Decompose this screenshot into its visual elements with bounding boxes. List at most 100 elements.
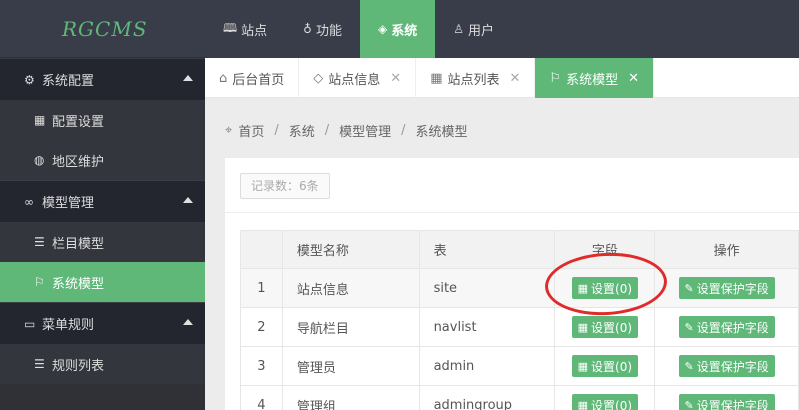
row-table-name: navlist (418, 307, 556, 347)
topnav-function[interactable]: ♁ 功能 (285, 0, 360, 58)
row-model-name: 管理员 (281, 346, 420, 386)
sidebar-item-rule-list[interactable]: ☰ 规则列表 (0, 344, 205, 384)
grid-icon: ▦ (577, 359, 589, 373)
list-icon: ☰ (34, 235, 45, 249)
row-actions-cell: ✎ 设置保护字段 (654, 346, 799, 386)
layers-icon: ◈ (377, 22, 388, 36)
sidebar-group-menu-rules[interactable]: ▭ 菜单规则 (0, 302, 205, 344)
topnav-label: 功能 (315, 23, 342, 39)
flag-icon: ⚐ (549, 70, 562, 86)
grid-icon: ▦ (577, 281, 589, 295)
breadcrumb-separator: / (274, 122, 279, 138)
calendar-icon: ▦ (34, 113, 46, 127)
logo: RGCMS (0, 0, 205, 58)
pencil-icon: ✎ (684, 281, 694, 295)
breadcrumb: ⌖ 首页 / 系统 / 模型管理 / 系统模型 (225, 120, 468, 140)
topnav-user[interactable]: ♙ 用户 (435, 0, 512, 58)
breadcrumb-separator: / (324, 122, 330, 138)
row-table-name: site (418, 268, 556, 308)
breadcrumb-item: 系统模型 (415, 124, 468, 140)
table-row: 2 导航栏目 navlist ▦ 设置(0) ✎ 设置保护字段 (240, 307, 799, 347)
breadcrumb-item[interactable]: 模型管理 (339, 121, 391, 140)
record-count-badge: 记录数：6条 (240, 173, 330, 199)
row-field-cell: ▦ 设置(0) (554, 307, 656, 347)
sidebar-item-label: 配置设置 (52, 114, 105, 130)
row-num: 3 (240, 346, 283, 386)
content-panel: 记录数：6条 模型名称 表 字段 操作 1 站点信息 site ▦ 设置(0) … (225, 158, 799, 410)
field-settings-button[interactable]: ▦ 设置(0) (571, 355, 639, 377)
top-nav: 🕮 站点 ♁ 功能 ◈ 系统 ♙ 用户 (205, 0, 799, 58)
row-field-cell: ▦ 设置(0) (554, 346, 656, 386)
button-label: 设置保护字段 (696, 359, 769, 374)
field-settings-button[interactable]: ▦ 设置(0) (571, 316, 639, 338)
topnav-label: 系统 (391, 23, 418, 39)
row-actions-cell: ✎ 设置保护字段 (654, 307, 799, 347)
divider (225, 212, 799, 213)
protect-fields-button[interactable]: ✎ 设置保护字段 (678, 355, 775, 377)
col-header-field: 字段 (554, 230, 656, 269)
pencil-icon: ✎ (684, 320, 694, 334)
gear-icon: ⚙ (24, 72, 35, 87)
field-settings-button[interactable]: ▦ 设置(0) (571, 277, 639, 299)
sidebar-group-model[interactable]: ∞ 模型管理 (0, 180, 205, 222)
topnav-label: 用户 (468, 23, 495, 39)
breadcrumb-item[interactable]: 系统 (289, 121, 315, 140)
logo-text: RGCMS (62, 16, 148, 41)
col-header-num (240, 230, 283, 269)
caret-up-icon (183, 319, 193, 325)
tab-site-info[interactable]: ◇ 站点信息 ✕ (299, 58, 417, 98)
row-model-name: 导航栏目 (281, 307, 420, 347)
button-label: 设置保护字段 (696, 398, 769, 410)
sidebar-item-system-model[interactable]: ⚐ 系统模型 (0, 262, 205, 302)
tab-system-model[interactable]: ⚐ 系统模型 ✕ (535, 58, 654, 98)
topnav-site[interactable]: 🕮 站点 (205, 0, 285, 58)
caret-up-icon (183, 197, 193, 203)
row-model-name: 管理组 (281, 385, 420, 410)
tag-icon: ◇ (313, 70, 324, 86)
protect-fields-button[interactable]: ✎ 设置保护字段 (678, 394, 775, 410)
infinity-icon: ∞ (24, 194, 34, 209)
row-actions-cell: ✎ 设置保护字段 (654, 385, 799, 410)
location-pin-icon: ⌖ (225, 122, 233, 138)
sidebar-item-label: 系统模型 (52, 276, 105, 292)
col-header-name: 模型名称 (281, 230, 420, 269)
sidebar-item-region[interactable]: ◍ 地区维护 (0, 140, 205, 180)
table-row: 4 管理组 admingroup ▦ 设置(0) ✎ 设置保护字段 (240, 385, 799, 410)
sidebar: RGCMS ⚙ 系统配置 ▦ 配置设置 ◍ 地区维护 ∞ 模型管理 ☰ 栏目模型… (0, 0, 205, 410)
user-icon: ♙ (453, 22, 464, 36)
protect-fields-button[interactable]: ✎ 设置保护字段 (678, 316, 775, 338)
topnav-label: 站点 (241, 23, 268, 39)
pencil-icon: ✎ (684, 359, 694, 373)
sidebar-item-config-settings[interactable]: ▦ 配置设置 (0, 100, 205, 140)
breadcrumb-item[interactable]: 首页 (238, 121, 264, 140)
table-row: 3 管理员 admin ▦ 设置(0) ✎ 设置保护字段 (240, 346, 799, 386)
row-num: 4 (240, 385, 283, 410)
tab-home[interactable]: ⌂ 后台首页 (205, 58, 300, 98)
button-label: 设置(0) (591, 320, 633, 335)
close-icon[interactable]: ✕ (510, 71, 521, 86)
topnav-system[interactable]: ◈ 系统 (359, 0, 436, 58)
table-header-row: 模型名称 表 字段 操作 (240, 230, 799, 269)
field-settings-button[interactable]: ▦ 设置(0) (571, 394, 639, 410)
close-icon[interactable]: ✕ (390, 71, 401, 86)
row-model-name: 站点信息 (281, 268, 420, 308)
window-icon: ▭ (24, 316, 36, 331)
book-icon: 🕮 (223, 20, 238, 35)
sidebar-item-column-model[interactable]: ☰ 栏目模型 (0, 222, 205, 262)
protect-fields-button[interactable]: ✎ 设置保护字段 (678, 277, 775, 299)
button-label: 设置(0) (591, 359, 633, 374)
button-label: 设置(0) (591, 398, 633, 410)
breadcrumb-separator: / (401, 122, 406, 138)
tab-site-list[interactable]: ▦ 站点列表 ✕ (416, 58, 536, 98)
flag-icon: ⚐ (34, 275, 45, 289)
sidebar-group-system-config[interactable]: ⚙ 系统配置 (0, 58, 205, 100)
table-icon: ▦ (430, 70, 443, 86)
admin-app: RGCMS ⚙ 系统配置 ▦ 配置设置 ◍ 地区维护 ∞ 模型管理 ☰ 栏目模型… (0, 0, 799, 410)
close-icon[interactable]: ✕ (628, 71, 639, 86)
button-label: 设置保护字段 (696, 281, 769, 296)
flask-icon: ♁ (303, 22, 312, 36)
sidebar-item-label: 地区维护 (52, 154, 105, 170)
row-table-name: admin (418, 346, 556, 386)
row-num: 1 (240, 268, 283, 308)
tab-label: 站点信息 (328, 72, 381, 88)
